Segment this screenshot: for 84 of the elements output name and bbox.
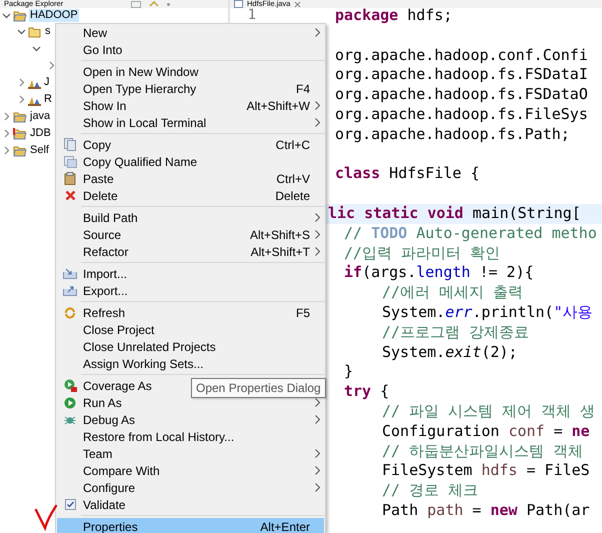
- menu-item[interactable]: Refactor Alt+Shift+T: [57, 243, 324, 260]
- menu-item[interactable]: Open in New Window: [57, 63, 324, 80]
- menu-item[interactable]: Source Alt+Shift+S: [57, 226, 324, 243]
- shortcut-text: Alt+Shift+S: [250, 228, 310, 242]
- code-line: org.apache.hadoop.fs.FileSys: [335, 104, 588, 123]
- tree-item[interactable]: R: [43, 93, 53, 106]
- code-line: System.exit(2);: [382, 342, 518, 361]
- code-line: try {: [344, 382, 390, 400]
- delete-icon: [64, 190, 76, 201]
- menu-item[interactable]: Team: [57, 445, 324, 462]
- menu-item[interactable]: New: [57, 24, 324, 41]
- menu-item[interactable]: Go Into: [57, 41, 324, 58]
- close-icon[interactable]: [294, 0, 302, 8]
- menu-item[interactable]: Assign Working Sets...: [57, 355, 324, 372]
- menu-item[interactable]: Restore from Local History...: [57, 428, 324, 445]
- code-line: lic static void main(String[: [328, 204, 581, 222]
- line-number: 1: [248, 7, 256, 25]
- code-line: FileSystem hdfs = FileS: [382, 461, 590, 480]
- menu-item[interactable]: Properties Alt+Enter: [57, 518, 324, 533]
- paste-icon: [64, 172, 76, 185]
- menu-item[interactable]: Build Path: [57, 209, 324, 226]
- menu-item[interactable]: Configure: [57, 479, 324, 496]
- run-icon: [64, 396, 76, 408]
- code-line: org.apache.hadoop.fs.FSDataI: [335, 65, 588, 84]
- shortcut-text: Alt+Enter: [260, 520, 310, 533]
- tree-item[interactable]: J: [43, 76, 50, 89]
- hand-drawn-check-drawing: [34, 504, 58, 531]
- tree-item[interactable]: java: [29, 110, 52, 123]
- shortcut-text: Ctrl+V: [276, 172, 310, 186]
- collapse-icon[interactable]: [131, 0, 142, 8]
- code-line: org.apache.hadoop.fs.FSDataO: [335, 85, 588, 104]
- link-icon[interactable]: [149, 0, 160, 8]
- shortcut-text: Alt+Shift+T: [250, 244, 310, 258]
- menu-item[interactable]: Show In Alt+Shift+W: [57, 97, 324, 114]
- code-line: //입력 파라미터 확인: [344, 244, 500, 262]
- shortcut-text: Ctrl+C: [276, 138, 310, 152]
- copy-icon: [64, 138, 76, 151]
- menu-item[interactable]: Paste Ctrl+V: [57, 170, 324, 187]
- menu-item[interactable]: Debug As: [57, 411, 324, 428]
- code-line: // 하둡분산파일시스템 객체: [382, 442, 584, 460]
- menu-item[interactable]: Refresh F5: [57, 304, 324, 321]
- tooltip: Open Properties Dialog: [191, 378, 326, 398]
- tree-item[interactable]: HADOOP: [29, 9, 79, 22]
- tree-item[interactable]: Self: [29, 144, 50, 157]
- bug-icon: [64, 414, 76, 426]
- export-icon: [63, 285, 77, 296]
- import-icon: [63, 268, 77, 279]
- menu-item[interactable]: Import...: [57, 265, 324, 282]
- code-line: //에러 메세지 출력: [382, 283, 524, 302]
- menu-item[interactable]: Compare With: [57, 462, 324, 479]
- menu-item[interactable]: Open Type Hierarchy F4: [57, 80, 324, 97]
- code-line: package hdfs;: [335, 6, 452, 24]
- shortcut-text: Alt+Shift+W: [246, 98, 310, 112]
- coverage-icon: [64, 379, 76, 392]
- refresh-icon: [64, 306, 76, 318]
- menu-item[interactable]: Validate: [57, 496, 324, 513]
- source-folder-icon: [28, 26, 42, 38]
- copy-icon: [64, 156, 76, 168]
- code-line: System.err.println("사용: [382, 302, 593, 321]
- menu-item[interactable]: Delete Delete: [57, 187, 324, 204]
- checkbox-icon: [64, 499, 76, 510]
- shortcut-text: F4: [296, 82, 310, 96]
- code-line: //프로그램 강제종료: [382, 322, 530, 341]
- shortcut-text: F5: [296, 306, 310, 320]
- code-line: if(args.length != 2){: [344, 263, 534, 282]
- menu-item[interactable]: Close Unrelated Projects: [57, 338, 324, 355]
- code-line: org.apache.hadoop.fs.Path;: [335, 124, 570, 143]
- menu-item[interactable]: Show in Local Terminal: [57, 114, 324, 131]
- shortcut-text: Delete: [275, 188, 310, 202]
- code-line: // 경로 체크: [382, 481, 478, 500]
- menu-item[interactable]: Copy Qualified Name: [57, 153, 324, 170]
- menu-icon[interactable]: [167, 2, 170, 6]
- code-line: // TODO Auto-generated metho: [344, 224, 597, 242]
- tree-item[interactable]: JDB: [29, 127, 52, 140]
- code-line: Path path = new Path(ar: [382, 500, 590, 519]
- code-line: }: [344, 362, 354, 380]
- code-line: class HdfsFile {: [335, 164, 480, 182]
- code-line: org.apache.hadoop.conf.Confi: [335, 46, 588, 64]
- code-line: // 파일 시스템 제어 객체 생: [382, 402, 596, 420]
- menu-item[interactable]: Copy Ctrl+C: [57, 136, 324, 153]
- tree-item[interactable]: s: [44, 25, 52, 38]
- menu-item[interactable]: Export...: [57, 282, 324, 299]
- code-line: Configuration conf = ne: [382, 422, 590, 440]
- menu-item[interactable]: Close Project: [57, 321, 324, 338]
